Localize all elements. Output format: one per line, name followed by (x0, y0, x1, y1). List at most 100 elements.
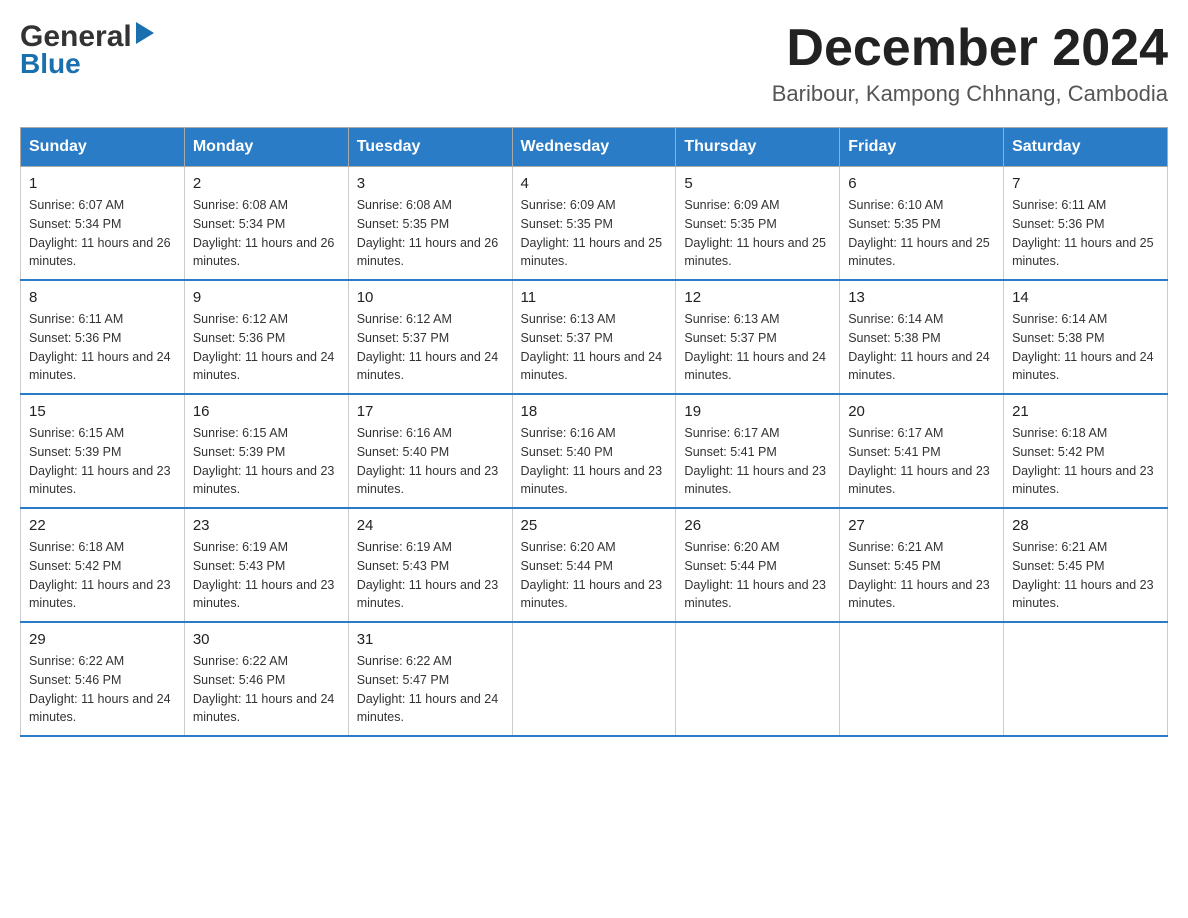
day-info: Sunrise: 6:10 AMSunset: 5:35 PMDaylight:… (848, 196, 995, 271)
calendar-cell: 20 Sunrise: 6:17 AMSunset: 5:41 PMDaylig… (840, 394, 1004, 508)
calendar-cell: 9 Sunrise: 6:12 AMSunset: 5:36 PMDayligh… (184, 280, 348, 394)
day-number: 21 (1012, 403, 1159, 420)
day-info: Sunrise: 6:18 AMSunset: 5:42 PMDaylight:… (29, 538, 176, 613)
day-info: Sunrise: 6:15 AMSunset: 5:39 PMDaylight:… (193, 424, 340, 499)
day-number: 7 (1012, 175, 1159, 192)
calendar-cell: 13 Sunrise: 6:14 AMSunset: 5:38 PMDaylig… (840, 280, 1004, 394)
page-header: General Blue December 2024 Baribour, Kam… (20, 20, 1168, 107)
calendar-cell: 22 Sunrise: 6:18 AMSunset: 5:42 PMDaylig… (21, 508, 185, 622)
day-info: Sunrise: 6:20 AMSunset: 5:44 PMDaylight:… (684, 538, 831, 613)
day-number: 19 (684, 403, 831, 420)
day-header-saturday: Saturday (1004, 128, 1168, 167)
day-number: 20 (848, 403, 995, 420)
day-info: Sunrise: 6:16 AMSunset: 5:40 PMDaylight:… (521, 424, 668, 499)
calendar-cell: 16 Sunrise: 6:15 AMSunset: 5:39 PMDaylig… (184, 394, 348, 508)
day-info: Sunrise: 6:08 AMSunset: 5:34 PMDaylight:… (193, 196, 340, 271)
calendar-cell (840, 622, 1004, 736)
day-number: 22 (29, 517, 176, 534)
calendar-cell: 2 Sunrise: 6:08 AMSunset: 5:34 PMDayligh… (184, 167, 348, 281)
calendar-cell: 11 Sunrise: 6:13 AMSunset: 5:37 PMDaylig… (512, 280, 676, 394)
day-info: Sunrise: 6:13 AMSunset: 5:37 PMDaylight:… (684, 310, 831, 385)
calendar-cell (1004, 622, 1168, 736)
day-number: 27 (848, 517, 995, 534)
calendar-cell: 8 Sunrise: 6:11 AMSunset: 5:36 PMDayligh… (21, 280, 185, 394)
day-info: Sunrise: 6:13 AMSunset: 5:37 PMDaylight:… (521, 310, 668, 385)
day-number: 4 (521, 175, 668, 192)
calendar-cell: 15 Sunrise: 6:15 AMSunset: 5:39 PMDaylig… (21, 394, 185, 508)
calendar-cell: 31 Sunrise: 6:22 AMSunset: 5:47 PMDaylig… (348, 622, 512, 736)
day-info: Sunrise: 6:16 AMSunset: 5:40 PMDaylight:… (357, 424, 504, 499)
calendar-cell: 26 Sunrise: 6:20 AMSunset: 5:44 PMDaylig… (676, 508, 840, 622)
calendar-cell: 18 Sunrise: 6:16 AMSunset: 5:40 PMDaylig… (512, 394, 676, 508)
calendar-cell: 7 Sunrise: 6:11 AMSunset: 5:36 PMDayligh… (1004, 167, 1168, 281)
day-number: 14 (1012, 289, 1159, 306)
day-info: Sunrise: 6:08 AMSunset: 5:35 PMDaylight:… (357, 196, 504, 271)
calendar-cell: 30 Sunrise: 6:22 AMSunset: 5:46 PMDaylig… (184, 622, 348, 736)
day-header-sunday: Sunday (21, 128, 185, 167)
day-header-monday: Monday (184, 128, 348, 167)
day-number: 12 (684, 289, 831, 306)
calendar-cell: 28 Sunrise: 6:21 AMSunset: 5:45 PMDaylig… (1004, 508, 1168, 622)
calendar-cell: 1 Sunrise: 6:07 AMSunset: 5:34 PMDayligh… (21, 167, 185, 281)
day-header-thursday: Thursday (676, 128, 840, 167)
day-info: Sunrise: 6:21 AMSunset: 5:45 PMDaylight:… (1012, 538, 1159, 613)
calendar-cell: 23 Sunrise: 6:19 AMSunset: 5:43 PMDaylig… (184, 508, 348, 622)
day-info: Sunrise: 6:14 AMSunset: 5:38 PMDaylight:… (1012, 310, 1159, 385)
calendar-header: SundayMondayTuesdayWednesdayThursdayFrid… (21, 128, 1168, 167)
day-info: Sunrise: 6:19 AMSunset: 5:43 PMDaylight:… (357, 538, 504, 613)
calendar-body: 1 Sunrise: 6:07 AMSunset: 5:34 PMDayligh… (21, 167, 1168, 737)
calendar-week-row: 29 Sunrise: 6:22 AMSunset: 5:46 PMDaylig… (21, 622, 1168, 736)
day-header-friday: Friday (840, 128, 1004, 167)
calendar-cell: 4 Sunrise: 6:09 AMSunset: 5:35 PMDayligh… (512, 167, 676, 281)
day-number: 13 (848, 289, 995, 306)
day-info: Sunrise: 6:22 AMSunset: 5:47 PMDaylight:… (357, 652, 504, 727)
day-header-tuesday: Tuesday (348, 128, 512, 167)
calendar-table: SundayMondayTuesdayWednesdayThursdayFrid… (20, 127, 1168, 737)
calendar-cell: 24 Sunrise: 6:19 AMSunset: 5:43 PMDaylig… (348, 508, 512, 622)
calendar-cell: 29 Sunrise: 6:22 AMSunset: 5:46 PMDaylig… (21, 622, 185, 736)
logo-arrow-icon (136, 22, 154, 44)
calendar-cell: 3 Sunrise: 6:08 AMSunset: 5:35 PMDayligh… (348, 167, 512, 281)
logo-blue-text: Blue (20, 48, 81, 79)
calendar-cell: 19 Sunrise: 6:17 AMSunset: 5:41 PMDaylig… (676, 394, 840, 508)
calendar-cell: 25 Sunrise: 6:20 AMSunset: 5:44 PMDaylig… (512, 508, 676, 622)
day-info: Sunrise: 6:12 AMSunset: 5:36 PMDaylight:… (193, 310, 340, 385)
day-number: 3 (357, 175, 504, 192)
title-section: December 2024 Baribour, Kampong Chhnang,… (772, 20, 1168, 107)
day-info: Sunrise: 6:14 AMSunset: 5:38 PMDaylight:… (848, 310, 995, 385)
day-number: 18 (521, 403, 668, 420)
day-info: Sunrise: 6:15 AMSunset: 5:39 PMDaylight:… (29, 424, 176, 499)
day-number: 17 (357, 403, 504, 420)
day-number: 29 (29, 631, 176, 648)
day-number: 26 (684, 517, 831, 534)
logo: General Blue (20, 20, 154, 78)
day-info: Sunrise: 6:12 AMSunset: 5:37 PMDaylight:… (357, 310, 504, 385)
calendar-cell: 6 Sunrise: 6:10 AMSunset: 5:35 PMDayligh… (840, 167, 1004, 281)
calendar-cell: 5 Sunrise: 6:09 AMSunset: 5:35 PMDayligh… (676, 167, 840, 281)
day-number: 2 (193, 175, 340, 192)
calendar-cell (512, 622, 676, 736)
calendar-cell: 21 Sunrise: 6:18 AMSunset: 5:42 PMDaylig… (1004, 394, 1168, 508)
calendar-cell: 12 Sunrise: 6:13 AMSunset: 5:37 PMDaylig… (676, 280, 840, 394)
day-info: Sunrise: 6:09 AMSunset: 5:35 PMDaylight:… (684, 196, 831, 271)
day-info: Sunrise: 6:21 AMSunset: 5:45 PMDaylight:… (848, 538, 995, 613)
day-number: 1 (29, 175, 176, 192)
month-year-title: December 2024 (772, 20, 1168, 77)
day-number: 16 (193, 403, 340, 420)
calendar-cell: 10 Sunrise: 6:12 AMSunset: 5:37 PMDaylig… (348, 280, 512, 394)
day-number: 25 (521, 517, 668, 534)
day-info: Sunrise: 6:17 AMSunset: 5:41 PMDaylight:… (684, 424, 831, 499)
day-info: Sunrise: 6:11 AMSunset: 5:36 PMDaylight:… (1012, 196, 1159, 271)
day-info: Sunrise: 6:22 AMSunset: 5:46 PMDaylight:… (193, 652, 340, 727)
day-number: 31 (357, 631, 504, 648)
day-info: Sunrise: 6:09 AMSunset: 5:35 PMDaylight:… (521, 196, 668, 271)
day-info: Sunrise: 6:22 AMSunset: 5:46 PMDaylight:… (29, 652, 176, 727)
day-number: 8 (29, 289, 176, 306)
day-info: Sunrise: 6:19 AMSunset: 5:43 PMDaylight:… (193, 538, 340, 613)
day-info: Sunrise: 6:20 AMSunset: 5:44 PMDaylight:… (521, 538, 668, 613)
day-number: 15 (29, 403, 176, 420)
location-subtitle: Baribour, Kampong Chhnang, Cambodia (772, 81, 1168, 107)
day-info: Sunrise: 6:17 AMSunset: 5:41 PMDaylight:… (848, 424, 995, 499)
calendar-week-row: 22 Sunrise: 6:18 AMSunset: 5:42 PMDaylig… (21, 508, 1168, 622)
day-number: 23 (193, 517, 340, 534)
